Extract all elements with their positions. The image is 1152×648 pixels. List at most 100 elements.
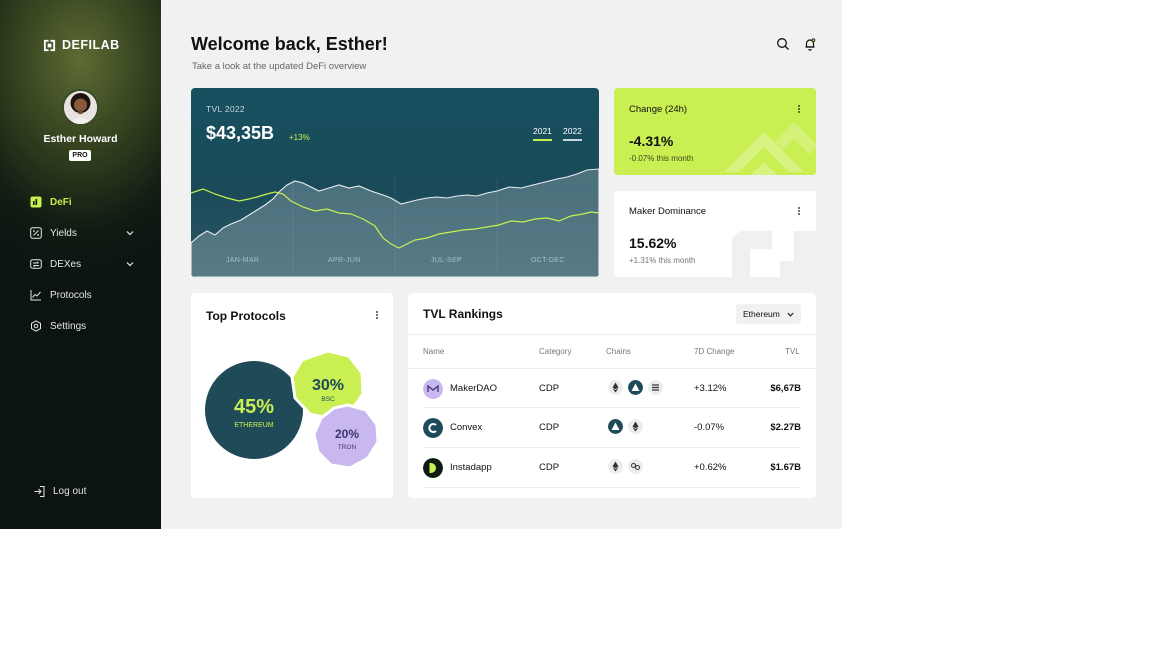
tvl-chart-card: TVL 2022 $43,35B +13% 2021 2022 JAN-MAR … bbox=[191, 88, 599, 277]
top-protocols-card: Top Protocols 45% ETHEREUM 30% BSC 20% T… bbox=[191, 293, 393, 498]
instadapp-logo-icon bbox=[423, 458, 443, 478]
search-icon[interactable] bbox=[776, 37, 790, 51]
year-tab-2021[interactable]: 2021 bbox=[533, 126, 552, 141]
sidebar-item-yields[interactable]: Yields bbox=[30, 225, 135, 241]
column-header-tvl[interactable]: TVL bbox=[785, 347, 800, 356]
protocol-category: CDP bbox=[539, 422, 560, 433]
logout-label: Log out bbox=[53, 486, 87, 497]
protocol-7d-change: +3.12% bbox=[694, 383, 727, 394]
tron-label: TRON bbox=[338, 444, 357, 451]
convex-logo-icon bbox=[423, 418, 443, 438]
maker-dominance-card: Maker Dominance 15.62% +1.31% this month bbox=[614, 191, 816, 277]
tvl-area-chart bbox=[191, 168, 599, 277]
sidebar-item-label: DEXes bbox=[50, 258, 82, 270]
maker-note: +1.31% this month bbox=[629, 256, 696, 265]
maker-value: 15.62% bbox=[629, 235, 677, 251]
ethereum-chain-icon bbox=[608, 380, 623, 395]
more-options-icon[interactable] bbox=[794, 104, 804, 114]
column-header-name[interactable]: Name bbox=[423, 347, 444, 356]
sidebar-nav: DeFi Yields DEXes Protocols Settings bbox=[30, 194, 135, 349]
protocol-name: Instadapp bbox=[450, 462, 492, 473]
protocol-tvl: $1.67B bbox=[770, 462, 801, 473]
maker-title: Maker Dominance bbox=[629, 206, 707, 217]
quarter-label: JUL-SEP bbox=[431, 257, 462, 264]
logout-icon bbox=[34, 486, 45, 497]
page-title: Welcome back, Esther! bbox=[191, 34, 388, 54]
chain-filter-value: Ethereum bbox=[743, 309, 780, 319]
sidebar: DEFILAB Esther Howard PRO DeFi Yields DE… bbox=[0, 0, 161, 529]
tron-pct: 20% bbox=[335, 427, 359, 441]
table-row[interactable]: Convex CDP -0.07% $2.27B bbox=[408, 408, 816, 448]
exchange-icon bbox=[30, 258, 42, 270]
row-divider bbox=[423, 487, 801, 488]
change-note: -0.07% this month bbox=[629, 154, 694, 163]
sidebar-item-label: Protocols bbox=[50, 289, 92, 301]
column-header-7d-change[interactable]: 7D Change bbox=[694, 347, 734, 356]
ethereum-chain-icon bbox=[608, 459, 623, 474]
ethereum-pct: 45% bbox=[234, 396, 274, 418]
avalanche-chain-icon bbox=[628, 380, 643, 395]
protocol-tvl: $2.27B bbox=[770, 422, 801, 433]
bar-chart-icon bbox=[30, 196, 42, 208]
bsc-pct: 30% bbox=[312, 377, 344, 394]
tvl-rankings-title: TVL Rankings bbox=[423, 307, 503, 321]
column-header-category[interactable]: Category bbox=[539, 347, 571, 356]
quarter-label: OCT-DEC bbox=[531, 257, 565, 264]
line-chart-icon bbox=[30, 289, 42, 301]
chain-filter-dropdown[interactable]: Ethereum bbox=[736, 304, 801, 324]
page-subtitle: Take a look at the updated DeFi overview bbox=[192, 61, 367, 72]
tvl-label: TVL 2022 bbox=[206, 104, 245, 114]
protocol-bubble-chart: 45% ETHEREUM 30% BSC 20% TRON bbox=[205, 349, 380, 470]
protocol-name: MakerDAO bbox=[450, 383, 497, 394]
user-name: Esther Howard bbox=[43, 133, 118, 145]
brand-name: DEFILAB bbox=[62, 38, 120, 52]
polygon-chain-icon bbox=[628, 459, 643, 474]
more-options-icon[interactable] bbox=[794, 206, 804, 216]
sidebar-item-defi[interactable]: DeFi bbox=[30, 194, 135, 210]
ethereum-label: ETHEREUM bbox=[234, 422, 273, 429]
logo-icon bbox=[43, 39, 56, 51]
protocol-name: Convex bbox=[450, 422, 483, 433]
avatar[interactable] bbox=[62, 89, 99, 126]
brand-logo[interactable]: DEFILAB bbox=[43, 38, 120, 52]
solana-chain-icon bbox=[648, 380, 663, 395]
gear-icon bbox=[30, 320, 42, 332]
column-header-chains[interactable]: Chains bbox=[606, 347, 631, 356]
avalanche-chain-icon bbox=[608, 419, 623, 434]
makerdao-logo-icon bbox=[423, 379, 443, 399]
year-tab-2022[interactable]: 2022 bbox=[563, 126, 582, 141]
percent-icon bbox=[30, 227, 42, 239]
protocol-7d-change: -0.07% bbox=[694, 422, 725, 433]
ethereum-chain-icon bbox=[628, 419, 643, 434]
user-avatar-icon bbox=[64, 91, 97, 124]
sidebar-item-protocols[interactable]: Protocols bbox=[30, 287, 135, 303]
sidebar-item-settings[interactable]: Settings bbox=[30, 318, 135, 334]
app-window: DEFILAB Esther Howard PRO DeFi Yields DE… bbox=[0, 0, 842, 529]
chevron-down-icon[interactable] bbox=[125, 259, 135, 269]
change-value: -4.31% bbox=[629, 133, 674, 149]
change-title: Change (24h) bbox=[629, 104, 688, 115]
tvl-rankings-card: TVL Rankings Ethereum Name Category Chai… bbox=[408, 293, 816, 498]
table-row[interactable]: Instadapp CDP +0.62% $1.67B bbox=[408, 448, 816, 488]
tvl-change: +13% bbox=[289, 133, 310, 142]
chevron-down-icon bbox=[787, 312, 794, 317]
table-row[interactable]: MakerDAO CDP +3.12% $6,67B bbox=[408, 368, 816, 408]
decorative-arrows-icon bbox=[724, 122, 816, 175]
quarter-label: JAN-MAR bbox=[226, 257, 260, 264]
chevron-down-icon[interactable] bbox=[125, 228, 135, 238]
protocol-7d-change: +0.62% bbox=[694, 462, 727, 473]
protocol-category: CDP bbox=[539, 383, 560, 394]
logout-button[interactable]: Log out bbox=[33, 485, 86, 498]
tvl-value: $43,35B bbox=[206, 123, 275, 143]
change-24h-card: Change (24h) -4.31% -0.07% this month bbox=[614, 88, 816, 175]
sidebar-item-dexes[interactable]: DEXes bbox=[30, 256, 135, 272]
sidebar-item-label: DeFi bbox=[50, 196, 72, 208]
bell-icon[interactable] bbox=[803, 37, 817, 51]
decorative-shape-icon bbox=[732, 231, 816, 277]
sidebar-item-label: Settings bbox=[50, 320, 87, 332]
bsc-label: BSC bbox=[321, 396, 335, 403]
protocol-category: CDP bbox=[539, 462, 560, 473]
quarter-label: APR-JUN bbox=[328, 257, 361, 264]
sidebar-item-label: Yields bbox=[50, 227, 77, 239]
protocol-tvl: $6,67B bbox=[770, 383, 801, 394]
